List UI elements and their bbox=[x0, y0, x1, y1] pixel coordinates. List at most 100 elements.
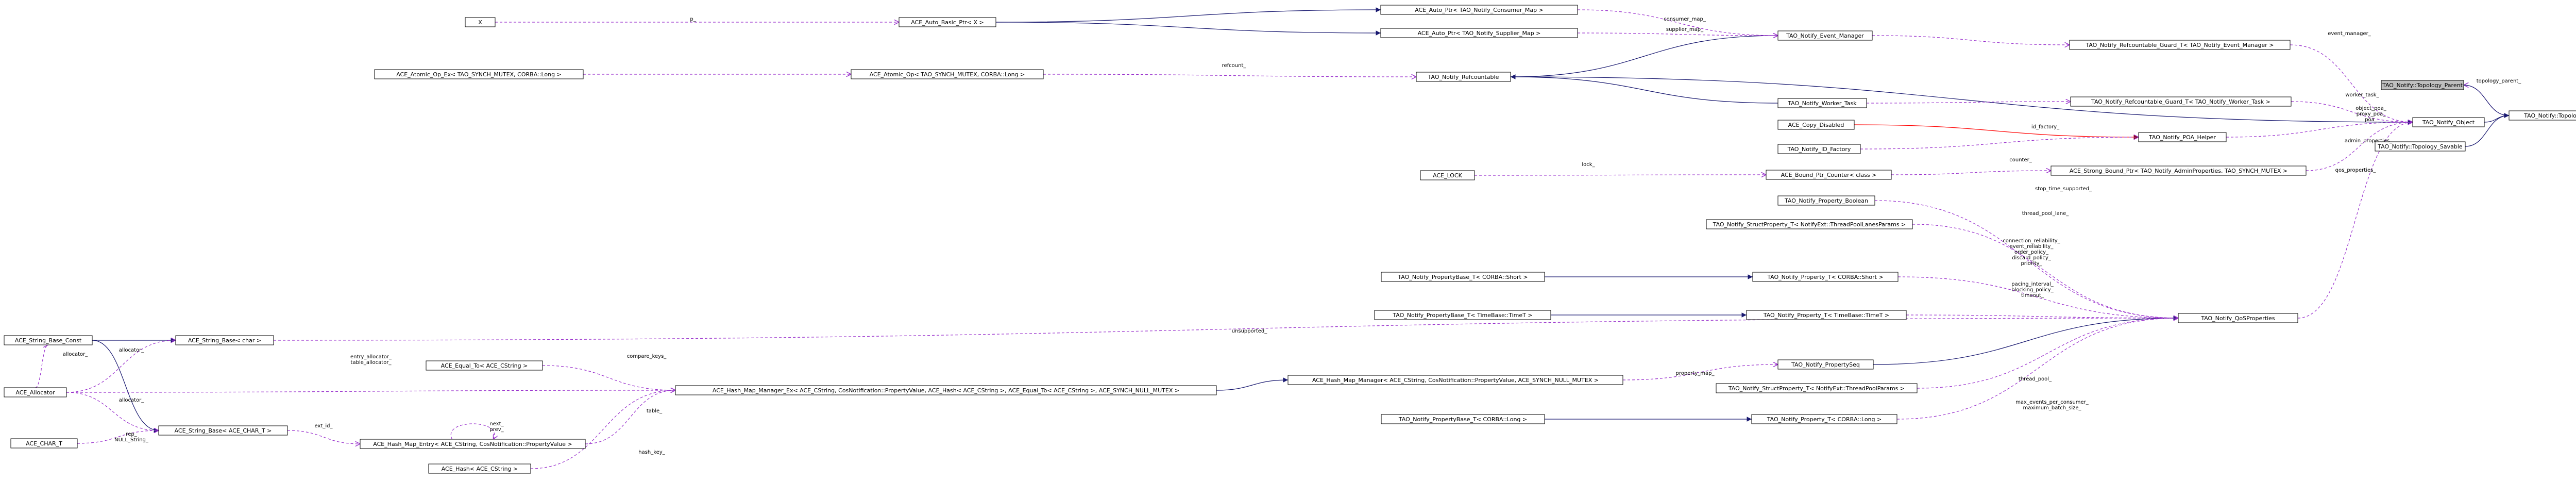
edge-alloc-to-sb_const bbox=[35, 345, 48, 388]
edge-workertask-to-guard_wt bbox=[1866, 102, 2071, 103]
edge-label-table: table_ bbox=[647, 408, 663, 414]
class-node-autoptr-sm[interactable]: ACE_Auto_Ptr< TAO_Notify_Supplier_Map > bbox=[1380, 28, 1578, 38]
class-node-label: TAO_Notify_Property_Boolean bbox=[1784, 197, 1868, 204]
edge-alloc-to-hmmex bbox=[66, 390, 675, 392]
edge-label-unsupported: unsupported_ bbox=[1232, 328, 1268, 334]
edge-hme-to-hmmex bbox=[585, 390, 675, 444]
class-node-qos[interactable]: TAO_Notify_QoSProperties bbox=[2178, 313, 2298, 323]
edge-label-allocator2: allocator_ bbox=[63, 352, 89, 357]
class-node-sp-tplp[interactable]: TAO_Notify_StructProperty_T< NotifyExt::… bbox=[1706, 219, 1913, 229]
class-node-hmm[interactable]: ACE_Hash_Map_Manager< ACE_CString, CosNo… bbox=[1287, 375, 1623, 385]
class-node-hmmex[interactable]: ACE_Hash_Map_Manager_Ex< ACE_CString, Co… bbox=[675, 385, 1217, 395]
class-node-label: TAO_Notify_Refcountable bbox=[1428, 74, 1499, 80]
class-node-autoptr-cm[interactable]: ACE_Auto_Ptr< TAO_Notify_Consumer_Map > bbox=[1380, 5, 1578, 15]
edge-label-ptr: p_ bbox=[690, 16, 696, 22]
edge-label-ext-id: ext_id_ bbox=[315, 423, 333, 429]
edge-label-entry-alloc: entry_allocator_ table_allocator_ bbox=[350, 354, 392, 366]
edge-label-supplier-map: supplier_map_ bbox=[1666, 27, 1704, 32]
edge-label-refcount: refcount_ bbox=[1222, 63, 1247, 69]
class-node-pbt-time[interactable]: TAO_Notify_PropertyBase_T< TimeBase::Tim… bbox=[1374, 310, 1551, 320]
class-node-label: TAO_Notify_ID_Factory bbox=[1787, 146, 1851, 153]
edge-label-consumer-map: consumer_map_ bbox=[1664, 16, 1706, 22]
edge-label-topology-parent: topology_parent_ bbox=[2477, 78, 2521, 84]
class-node-bpc[interactable]: ACE_Bound_Ptr_Counter< class > bbox=[1766, 170, 1892, 180]
class-node-pbt-short[interactable]: TAO_Notify_PropertyBase_T< CORBA::Short … bbox=[1381, 272, 1545, 282]
class-node-copy[interactable]: ACE_Copy_Disabled bbox=[1777, 120, 1855, 130]
class-node-poa[interactable]: TAO_Notify_POA_Helper bbox=[2138, 132, 2227, 142]
class-node-guard-evm[interactable]: TAO_Notify_Refcountable_Guard_T< TAO_Not… bbox=[2069, 40, 2291, 50]
class-node-label: ACE_Equal_To< ACE_CString > bbox=[441, 362, 528, 369]
class-node-label: ACE_CHAR_T bbox=[26, 440, 62, 447]
class-node-label: ACE_Hash_Map_Manager< ACE_CString, CosNo… bbox=[1312, 377, 1599, 384]
class-node-label: TAO_Notify::Topology_Object bbox=[2523, 112, 2576, 119]
edge-label-rep: rep_ NULL_String_ bbox=[114, 432, 149, 443]
class-node-refc[interactable]: TAO_Notify_Refcountable bbox=[1416, 72, 1511, 82]
edge-label-worker-task: worker_task_ bbox=[2345, 92, 2379, 98]
edge-pt_time-to-qos bbox=[1906, 314, 2178, 318]
class-node-sbp[interactable]: ACE_Strong_Bound_Ptr< TAO_Notify_AdminPr… bbox=[2050, 165, 2307, 176]
class-node-evmgr[interactable]: TAO_Notify_Event_Manager bbox=[1777, 30, 1873, 41]
class-node-label: TAO_Notify_Property_T< TimeBase::TimeT > bbox=[1763, 312, 1889, 319]
edge-label-counter: counter_ bbox=[2009, 157, 2032, 163]
class-node-sp-tpp[interactable]: TAO_Notify_StructProperty_T< NotifyExt::… bbox=[1716, 383, 1918, 393]
class-node-label: TAO_Notify_Worker_Task bbox=[1787, 100, 1857, 107]
class-node-pt-time[interactable]: TAO_Notify_Property_T< TimeBase::TimeT > bbox=[1746, 310, 1907, 320]
class-node-label: TAO_Notify_POA_Helper bbox=[2148, 134, 2216, 141]
edge-eqto-to-hmmex bbox=[542, 365, 675, 390]
class-node-label: ACE_Hash_Map_Entry< ACE_CString, CosNoti… bbox=[373, 441, 572, 447]
class-node-guard-wt[interactable]: TAO_Notify_Refcountable_Guard_T< TAO_Not… bbox=[2070, 96, 2292, 107]
edge-label-tpl: thread_pool_lane_ bbox=[2022, 211, 2070, 217]
edge-guard_wt-to-obj bbox=[2291, 101, 2413, 122]
edge-qos-to-obj bbox=[2297, 122, 2413, 319]
class-node-label: TAO_Notify_PropertyBase_T< CORBA::Long > bbox=[1398, 416, 1527, 423]
class-node-label: ACE_Strong_Bound_Ptr< TAO_Notify_AdminPr… bbox=[2070, 168, 2287, 174]
edge-label-short: connection_reliability_ event_reliability… bbox=[2003, 238, 2060, 267]
class-node-atomic[interactable]: ACE_Atomic_Op< TAO_SYNCH_MUTEX, CORBA::L… bbox=[851, 69, 1044, 79]
class-node-label: ACE_Auto_Basic_Ptr< X > bbox=[911, 19, 984, 26]
class-node-sb-char[interactable]: ACE_String_Base< char > bbox=[175, 335, 274, 345]
edge-evmgr-to-refc bbox=[1510, 35, 1778, 79]
edge-label-qos: qos_properties_ bbox=[2335, 168, 2377, 173]
class-node-pbool[interactable]: TAO_Notify_Property_Boolean bbox=[1777, 195, 1875, 206]
class-node-sb-const[interactable]: ACE_String_Base_Const bbox=[4, 335, 93, 345]
class-node-label: TAO_Notify_StructProperty_T< NotifyExt::… bbox=[1713, 221, 1906, 228]
class-node-label: ACE_Hash_Map_Manager_Ex< ACE_CString, Co… bbox=[713, 387, 1179, 394]
class-node-label: ACE_LOCK bbox=[1433, 172, 1463, 179]
class-node-label: TAO_Notify_Event_Manager bbox=[1786, 32, 1864, 39]
edge-copy-to-poa bbox=[1854, 124, 2139, 140]
edge-hme-to-hme bbox=[450, 423, 495, 439]
edge-label-admin-props: admin_properties_ bbox=[2345, 138, 2393, 144]
class-node-lock[interactable]: ACE_LOCK bbox=[1420, 170, 1475, 180]
edge-evmgr-to-guard_evm bbox=[1872, 35, 2070, 45]
class-node-sb-chart[interactable]: ACE_String_Base< ACE_CHAR_T > bbox=[158, 425, 288, 436]
class-node-propseq[interactable]: TAO_Notify_PropertySeq bbox=[1777, 359, 1874, 370]
edge-propseq-to-qos bbox=[1873, 316, 2179, 365]
class-node-autobasic[interactable]: ACE_Auto_Basic_Ptr< X > bbox=[899, 17, 996, 27]
class-node-hash[interactable]: ACE_Hash< ACE_CString > bbox=[428, 463, 531, 474]
class-node-label: TAO_Notify_Property_T< CORBA::Long > bbox=[1767, 416, 1882, 423]
class-node-label: TAO_Notify::Topology_Savable bbox=[2377, 143, 2463, 150]
edge-idfac-to-poa bbox=[1860, 137, 2139, 150]
class-node-idfac[interactable]: TAO_Notify_ID_Factory bbox=[1777, 144, 1861, 154]
class-node-x[interactable]: X bbox=[465, 17, 496, 27]
class-node-workertask[interactable]: TAO_Notify_Worker_Task bbox=[1777, 98, 1867, 108]
class-node-obj[interactable]: TAO_Notify_Object bbox=[2412, 117, 2485, 127]
class-node-label: TAO_Notify_PropertyBase_T< CORBA::Short … bbox=[1397, 274, 1528, 280]
class-node-hme[interactable]: ACE_Hash_Map_Entry< ACE_CString, CosNoti… bbox=[360, 439, 586, 449]
edge-label-lock: lock_ bbox=[1582, 162, 1595, 168]
class-node-eqto[interactable]: ACE_Equal_To< ACE_CString > bbox=[426, 360, 543, 371]
class-node-atomic-ex[interactable]: ACE_Atomic_Op_Ex< TAO_SYNCH_MUTEX, CORBA… bbox=[374, 69, 584, 79]
edge-label-allocator: allocator_ bbox=[119, 347, 145, 353]
class-node-pt-short[interactable]: TAO_Notify_Property_T< CORBA::Short > bbox=[1752, 272, 1899, 282]
class-node-pt-long[interactable]: TAO_Notify_Property_T< CORBA::Long > bbox=[1751, 414, 1897, 424]
class-node-pbt-long[interactable]: TAO_Notify_PropertyBase_T< CORBA::Long > bbox=[1381, 414, 1545, 424]
diagram-nodes: TAO_Notify::Topology_ParentTAO_Notify::T… bbox=[4, 5, 2576, 474]
class-node-label: ACE_Atomic_Op_Ex< TAO_SYNCH_MUTEX, CORBA… bbox=[396, 71, 562, 78]
class-node-label: TAO_Notify_StructProperty_T< NotifyExt::… bbox=[1728, 385, 1905, 392]
class-node-top-parent[interactable]: TAO_Notify::Topology_Parent bbox=[2381, 80, 2464, 90]
class-node-chart[interactable]: ACE_CHAR_T bbox=[10, 438, 78, 449]
class-node-label: TAO_Notify_QoSProperties bbox=[2200, 315, 2275, 322]
class-node-top-obj[interactable]: TAO_Notify::Topology_Object bbox=[2509, 110, 2576, 121]
edge-label-hash-key: hash_key_ bbox=[638, 450, 666, 455]
class-node-alloc[interactable]: ACE_Allocator bbox=[4, 387, 67, 397]
